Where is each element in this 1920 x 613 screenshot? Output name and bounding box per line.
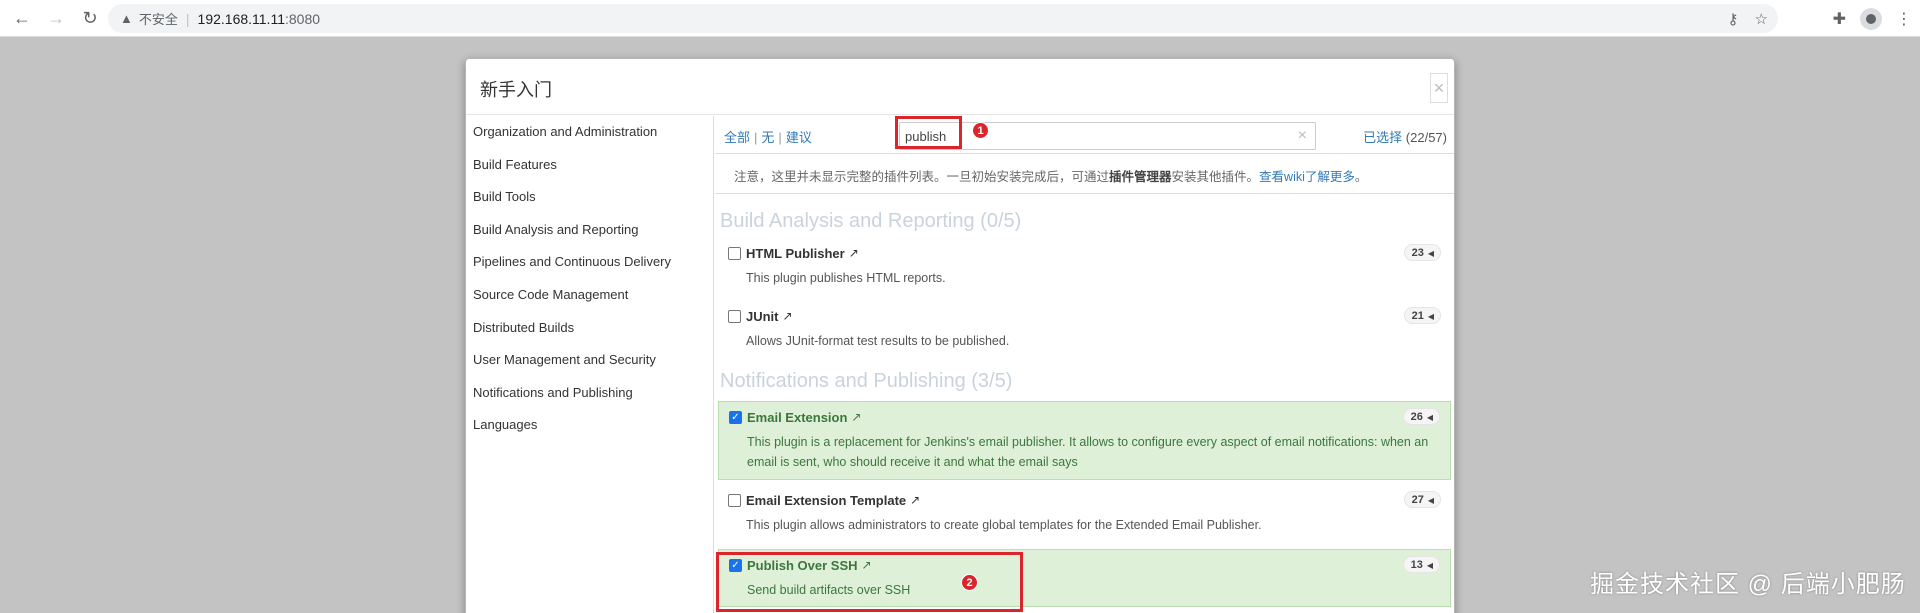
plugin-item-selected: ✓ Email Extension ↗ 26 ◀ This plugin is a… [718, 401, 1451, 480]
caret-left-icon: ◀ [1426, 561, 1433, 570]
plugin-name-row: Email Extension Template ↗ [728, 491, 1441, 509]
dependency-count-badge[interactable]: 23 ◀ [1403, 244, 1441, 261]
watermark: 掘金技术社区 @ 后端小肥肠 [1590, 571, 1906, 598]
url-host: 192.168.11.11 [197, 10, 285, 27]
sidebar-item-organization[interactable]: Organization and Administration [466, 116, 713, 149]
dependency-count: 13 [1410, 559, 1423, 571]
plugin-list: Build Analysis and Reporting (0/5) HTML … [715, 196, 1454, 613]
dependency-count: 21 [1411, 310, 1424, 322]
bookmark-star-icon[interactable]: ☆ [1755, 10, 1768, 28]
url-separator: | [185, 10, 190, 27]
plugin-name-row: HTML Publisher ↗ [728, 244, 1441, 262]
extensions-puzzle-icon[interactable]: ✚ [1833, 9, 1846, 29]
plugin-checkbox-checked[interactable]: ✓ [729, 410, 742, 424]
category-heading: Notifications and Publishing (3/5) [720, 370, 1013, 392]
annotation-marker-2: 2 [961, 574, 978, 591]
dialog-title: 新手入门 [480, 80, 552, 100]
notice-text-after: 安装其他插件。 [1171, 170, 1260, 184]
plugin-item: JUnit ↗ 21 ◀ Allows JUnit-format test res… [718, 301, 1451, 363]
url-port: :8080 [284, 10, 321, 27]
sidebar-item-scm[interactable]: Source Code Management [466, 279, 713, 312]
dependency-count-badge[interactable]: 27 ◀ [1403, 491, 1441, 508]
select-none-link[interactable]: 无 [761, 130, 774, 145]
filter-links: 全部 | 无 | 建议 [724, 127, 812, 146]
annotation-marker-1: 1 [972, 122, 989, 139]
sidebar-item-build-tools[interactable]: Build Tools [466, 181, 713, 214]
plugin-description: This plugin publishes HTML reports. [746, 271, 946, 285]
caret-left-icon: ◀ [1426, 413, 1433, 422]
caret-left-icon: ◀ [1427, 312, 1434, 321]
external-link-icon[interactable]: ↗ [849, 246, 859, 260]
select-suggested-link[interactable]: 建议 [786, 130, 812, 145]
browser-toolbar: ← → ↻ ▲ 不安全 | 192.168.11.11 :8080 ⚷ ☆ ✚ … [0, 0, 1920, 37]
sidebar-item-notifications[interactable]: Notifications and Publishing [466, 377, 713, 410]
plugin-name: Email Extension [747, 409, 848, 425]
omnibox-actions: ⚷ ☆ [1728, 4, 1768, 33]
plugin-description: This plugin is a replacement for Jenkins… [747, 435, 1429, 469]
external-link-icon[interactable]: ↗ [910, 493, 920, 507]
plugin-checkbox[interactable] [728, 493, 741, 507]
profile-avatar-icon[interactable] [1860, 7, 1882, 30]
caret-left-icon: ◀ [1427, 249, 1434, 258]
dependency-count-badge[interactable]: 26 ◀ [1402, 408, 1440, 425]
external-link-icon[interactable]: ↗ [783, 309, 793, 323]
selected-plugins-link[interactable]: 已选择 (22/57) [1363, 127, 1447, 146]
link-divider: | [778, 130, 782, 145]
warning-icon: ▲ [120, 11, 133, 26]
install-notice: 注意，这里并未显示完整的插件列表。一旦初始安装完成后，可通过插件管理器安装其他插… [715, 154, 1454, 194]
plugin-description: Allows JUnit-format test results to be p… [746, 334, 1010, 348]
plugin-name: Email Extension Template [746, 492, 907, 508]
key-icon[interactable]: ⚷ [1728, 10, 1739, 28]
clear-search-icon[interactable]: × [1298, 127, 1307, 145]
plugin-checkbox[interactable] [728, 246, 741, 260]
category-heading: Build Analysis and Reporting (0/5) [720, 210, 1022, 232]
plugin-name-row: JUnit ↗ [728, 307, 1441, 325]
address-bar[interactable]: ▲ 不安全 | 192.168.11.11 :8080 ⚷ ☆ [108, 4, 1778, 33]
notice-plugin-manager: 插件管理器 [1109, 170, 1172, 184]
sidebar-item-build-analysis[interactable]: Build Analysis and Reporting [466, 214, 713, 247]
select-all-link[interactable]: 全部 [724, 130, 750, 145]
back-arrow-icon[interactable]: ← [12, 8, 32, 28]
notice-text: 注意，这里并未显示完整的插件列表。一旦初始安装完成后，可通过 [734, 170, 1110, 184]
insecure-label: 不安全 [138, 12, 178, 27]
dependency-count: 26 [1410, 411, 1423, 423]
browser-actions: ✚ ⋮ [1833, 0, 1912, 37]
sidebar-item-pipelines[interactable]: Pipelines and Continuous Delivery [466, 246, 713, 279]
selected-label: 已选择 [1363, 130, 1403, 145]
plugin-checkbox[interactable] [728, 309, 741, 323]
plugin-panel: 全部 | 无 | 建议 publish × 已选择 (22/57) 注意，这里并未显示完… [715, 116, 1454, 613]
link-divider: | [754, 130, 758, 145]
plugin-name: JUnit [746, 308, 779, 324]
dependency-count-badge[interactable]: 21 ◀ [1403, 307, 1441, 324]
sidebar-item-distributed-builds[interactable]: Distributed Builds [466, 312, 713, 345]
external-link-icon[interactable]: ↗ [851, 410, 861, 424]
plugin-toolbar: 全部 | 无 | 建议 publish × 已选择 (22/57) [715, 116, 1454, 154]
plugin-item: HTML Publisher ↗ 23 ◀ This plugin publish… [718, 238, 1451, 301]
plugin-item: Email Extension Template ↗ 27 ◀ This plug… [718, 485, 1451, 549]
close-button[interactable]: × [1430, 73, 1448, 103]
sidebar-item-user-management[interactable]: User Management and Security [466, 344, 713, 377]
sidebar-item-build-features[interactable]: Build Features [466, 149, 713, 182]
plugin-description: This plugin allows administrators to cre… [746, 518, 1262, 532]
plugin-name: HTML Publisher [746, 245, 845, 261]
reload-icon[interactable]: ↻ [80, 8, 100, 28]
wiki-link[interactable]: 查看wiki了解更多 [1259, 170, 1355, 184]
dependency-count: 23 [1411, 247, 1424, 259]
menu-kebab-icon[interactable]: ⋮ [1896, 9, 1912, 29]
plugin-name-row: ✓ Email Extension ↗ [729, 408, 1440, 426]
caret-left-icon: ◀ [1427, 496, 1434, 505]
dialog-header: 新手入门 × [466, 59, 1454, 115]
forward-arrow-icon[interactable]: → [46, 8, 66, 28]
notice-end: 。 [1354, 170, 1368, 184]
category-sidebar: Organization and Administration Build Fe… [466, 116, 714, 613]
sidebar-item-languages[interactable]: Languages [466, 409, 713, 442]
annotation-highlight-search [895, 116, 962, 149]
dependency-count-badge[interactable]: 13 ◀ [1402, 556, 1440, 573]
selected-count: (22/57) [1405, 130, 1447, 145]
dependency-count: 27 [1411, 494, 1424, 506]
